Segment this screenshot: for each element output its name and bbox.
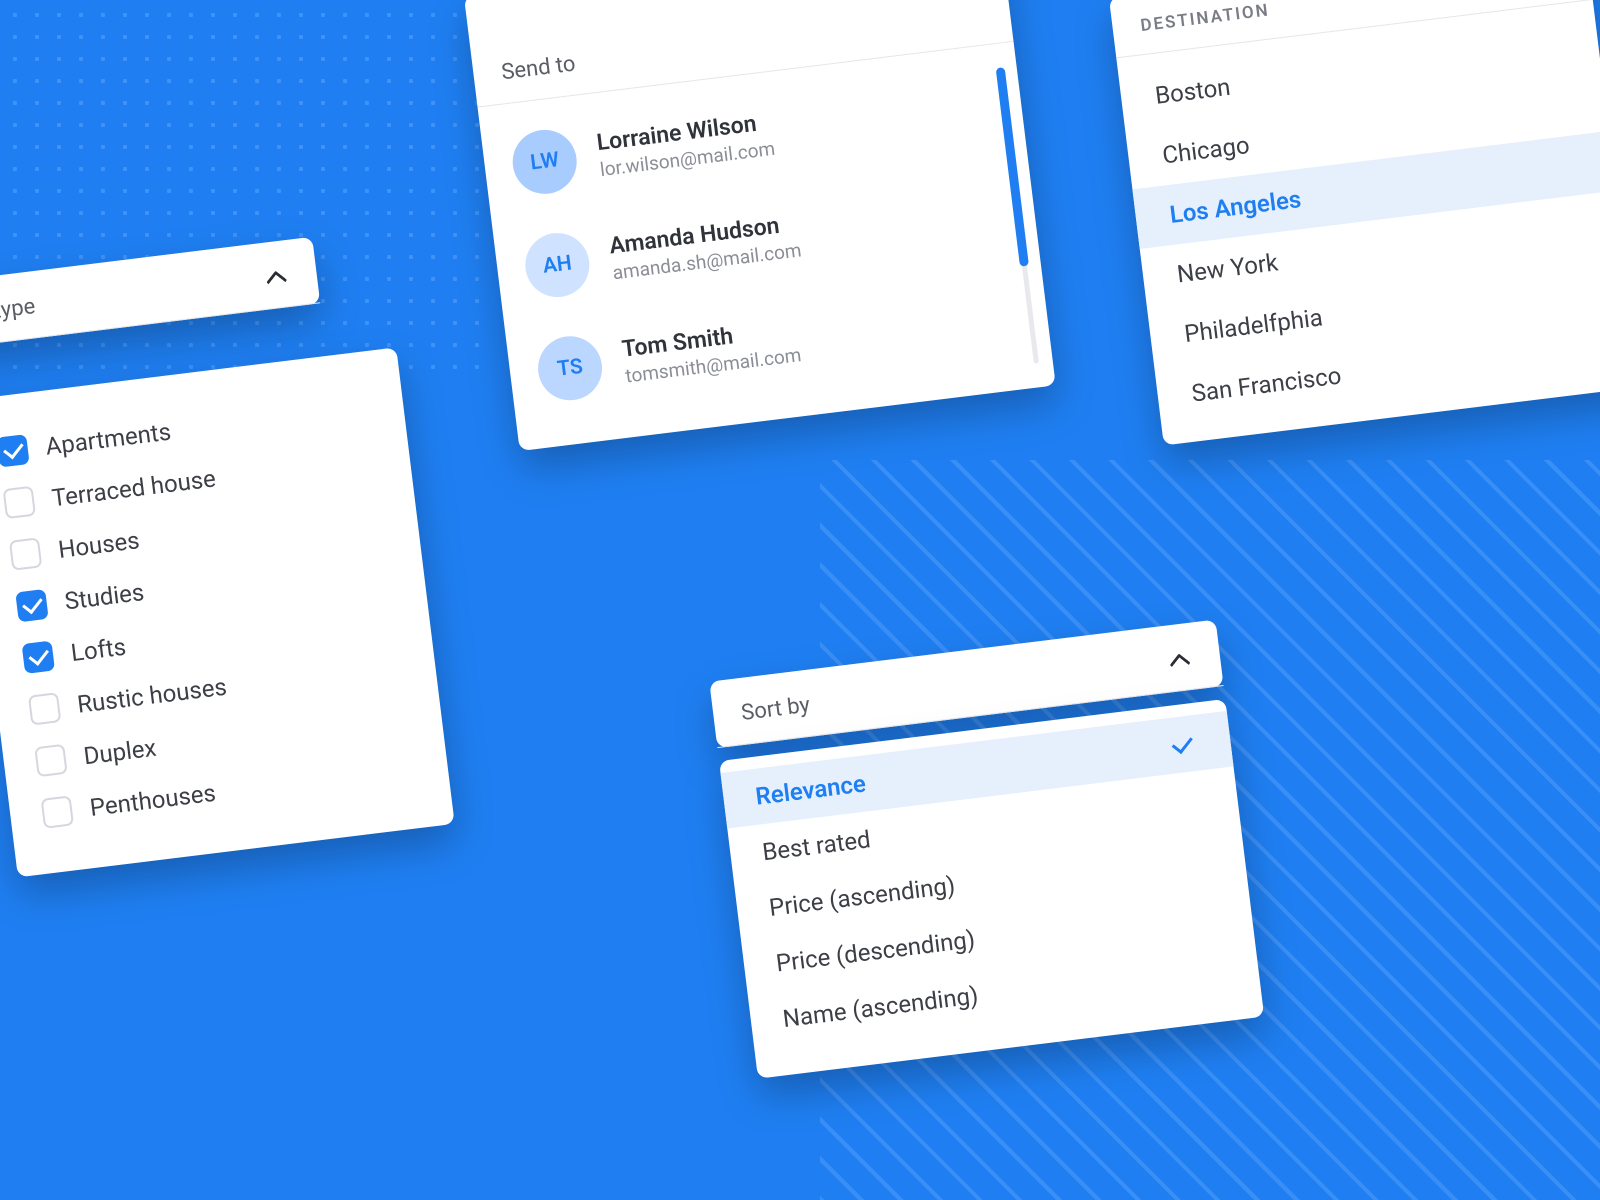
- destination-title: Destination: [1139, 0, 1270, 36]
- housing-type-collapse[interactable]: Housing type: [0, 237, 320, 357]
- avatar: AH: [522, 229, 593, 300]
- housing-type-panel: ApartmentsTerraced house Houses Studies Lof…: [0, 347, 455, 877]
- housing-option-label: Rustic houses: [76, 673, 229, 719]
- housing-option-label: Duplex: [82, 734, 158, 771]
- sort-option-label: Name (ascending): [781, 981, 980, 1033]
- checkbox[interactable]: [9, 537, 42, 570]
- checkbox[interactable]: [22, 641, 55, 674]
- housing-option-label: Terraced house: [50, 464, 217, 512]
- send-to-panel: Send to LWLorraine Wilsonlor.wilson@mail…: [464, 0, 1056, 451]
- sort-option-label: Price (ascending): [768, 871, 957, 922]
- sort-option-label: Relevance: [754, 769, 867, 810]
- housing-option-label: Lofts: [69, 633, 127, 668]
- chevron-up-icon[interactable]: [721, 0, 750, 5]
- housing-type-title: Housing type: [0, 294, 37, 334]
- avatar: LW: [509, 126, 580, 197]
- housing-option-label: Studies: [63, 578, 146, 616]
- housing-option-label: Penthouses: [88, 779, 217, 822]
- sort-by-title: Sort by: [740, 692, 811, 725]
- destination-panel: Destination BostonChicagoLos AngelesNew …: [1109, 0, 1600, 446]
- housing-option-label: Apartments: [44, 418, 173, 461]
- checkbox[interactable]: [34, 744, 67, 777]
- checkbox[interactable]: [3, 486, 36, 519]
- avatar: TS: [534, 333, 605, 404]
- checkbox[interactable]: [28, 692, 61, 725]
- sort-option-label: Best rated: [761, 825, 872, 866]
- chevron-up-icon: [261, 262, 290, 291]
- checkbox[interactable]: [41, 795, 74, 828]
- sort-by-panel: Relevance Best rated Price (ascending)Pric…: [719, 699, 1264, 1079]
- check-icon: [1175, 732, 1200, 757]
- sort-option-label: Price (descending): [774, 925, 976, 977]
- chevron-up-icon: [1165, 645, 1194, 674]
- checkbox[interactable]: [15, 589, 48, 622]
- send-to-title: Send to: [500, 51, 577, 85]
- housing-option-label: Houses: [57, 526, 141, 564]
- checkbox[interactable]: [0, 434, 30, 467]
